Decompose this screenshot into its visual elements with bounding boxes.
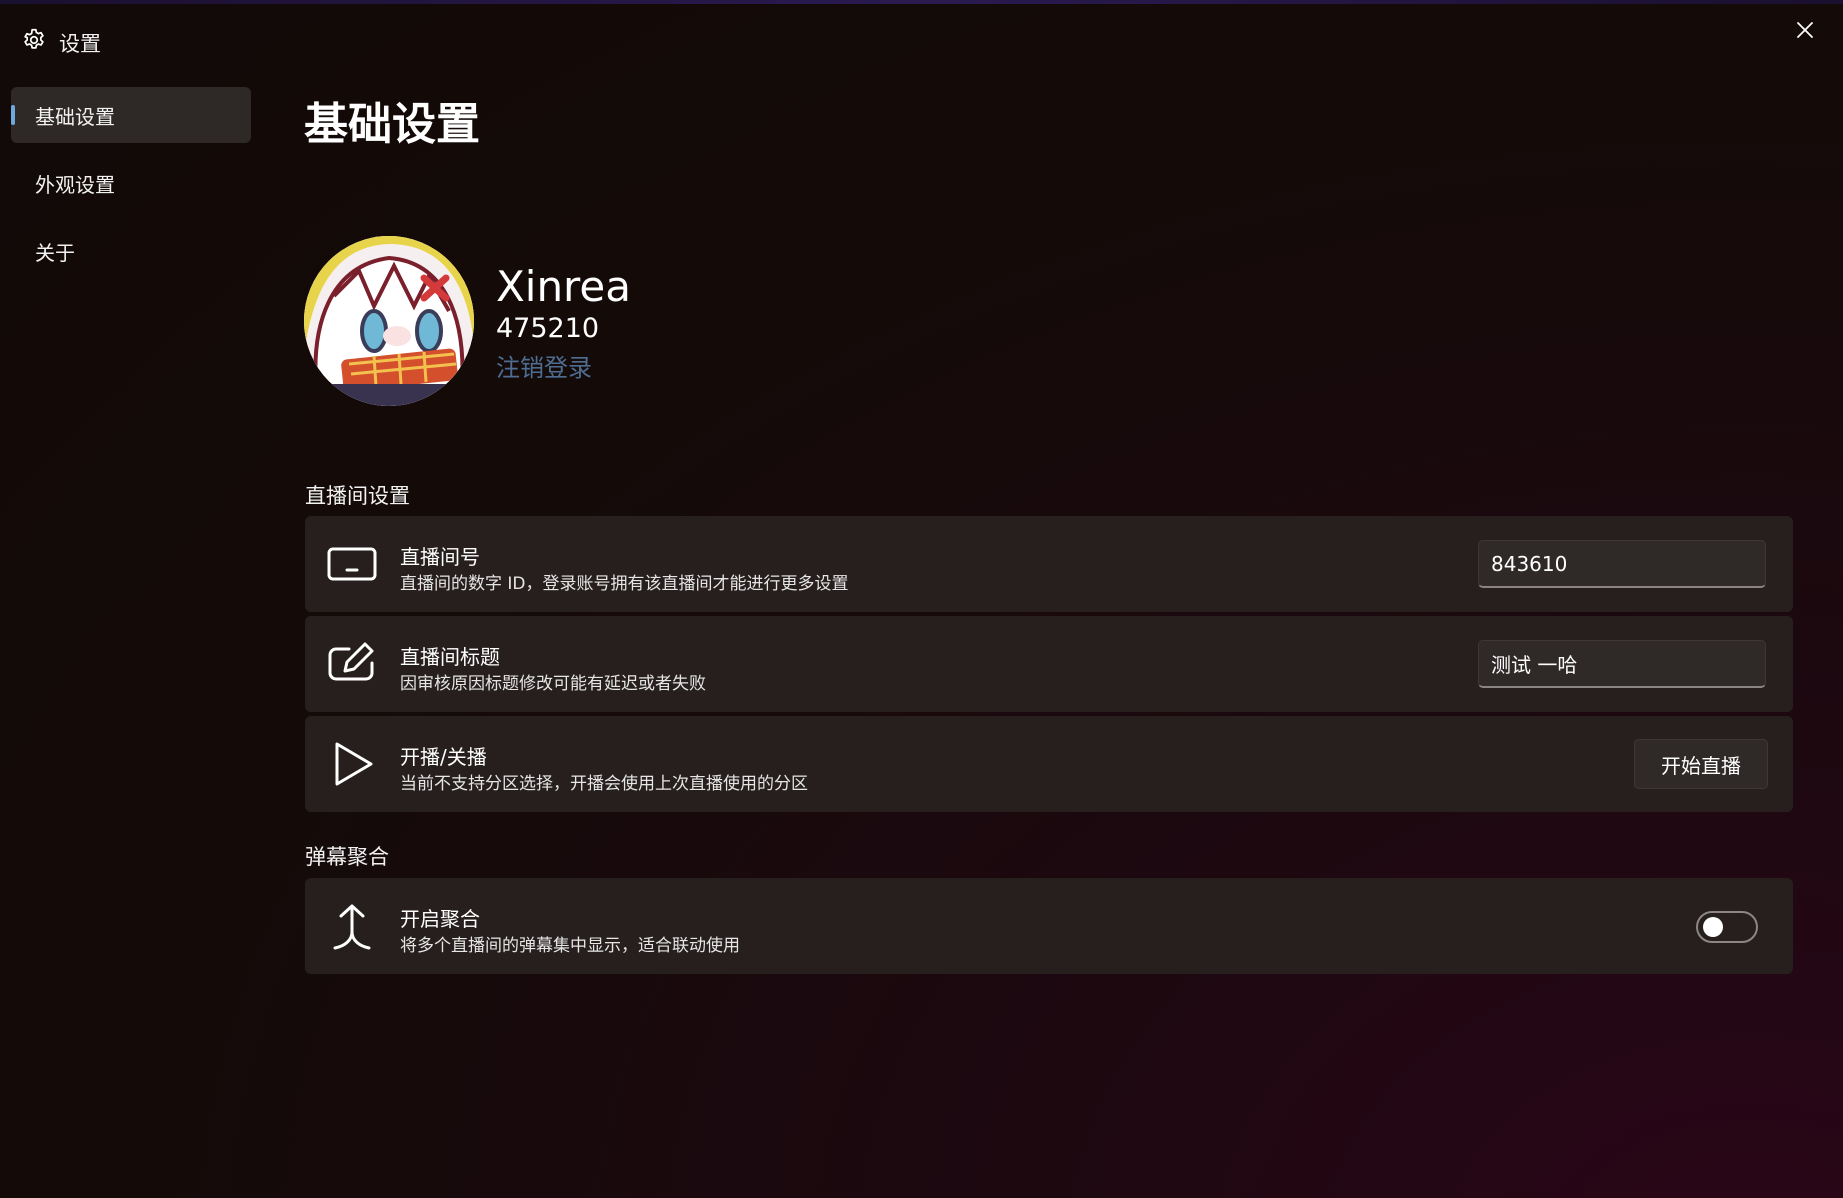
merge-arrow-icon <box>333 904 371 950</box>
window-title: 设置 <box>59 32 101 56</box>
sidebar-item-appearance-settings[interactable]: 外观设置 <box>11 155 251 211</box>
room-id-description: 直播间的数字 ID，登录账号拥有该直播间才能进行更多设置 <box>400 574 849 594</box>
room-id-label: 直播间号 <box>400 545 480 569</box>
keyboard-icon <box>327 547 377 581</box>
page-title: 基础设置 <box>304 99 480 150</box>
close-button[interactable] <box>1780 10 1830 50</box>
live-toggle-card: 开播/关播 当前不支持分区选择，开播会使用上次直播使用的分区 开始直播 <box>305 716 1793 812</box>
title-bar: 设置 <box>0 0 1843 70</box>
sidebar-nav: 基础设置 外观设置 关于 <box>11 87 251 291</box>
merge-description: 将多个直播间的弹幕集中显示，适合联动使用 <box>400 936 740 956</box>
live-toggle-description: 当前不支持分区选择，开播会使用上次直播使用的分区 <box>400 774 808 794</box>
sidebar-item-label: 外观设置 <box>35 172 115 197</box>
live-toggle-label: 开播/关播 <box>400 745 487 769</box>
edit-icon <box>328 642 374 681</box>
danmaku-merge-card: 开启聚合 将多个直播间的弹幕集中显示，适合联动使用 <box>305 878 1793 974</box>
avatar-image <box>304 236 474 406</box>
sidebar-item-label: 关于 <box>35 240 75 265</box>
merge-label: 开启聚合 <box>400 907 480 931</box>
room-title-input[interactable] <box>1478 640 1766 688</box>
start-live-button[interactable]: 开始直播 <box>1634 739 1768 789</box>
close-icon <box>1797 22 1813 38</box>
sidebar-item-basic-settings[interactable]: 基础设置 <box>11 87 251 143</box>
merge-toggle-switch[interactable] <box>1696 911 1758 943</box>
room-title-card: 直播间标题 因审核原因标题修改可能有延迟或者失败 <box>305 616 1793 712</box>
logout-link[interactable]: 注销登录 <box>496 348 592 383</box>
user-name: Xinrea <box>496 262 631 311</box>
gear-icon <box>24 28 44 49</box>
room-title-description: 因审核原因标题修改可能有延迟或者失败 <box>400 674 706 694</box>
play-icon <box>335 742 373 786</box>
sidebar-item-about[interactable]: 关于 <box>11 223 251 279</box>
room-id-input[interactable] <box>1478 540 1766 588</box>
room-title-label: 直播间标题 <box>400 645 500 669</box>
avatar <box>304 236 474 406</box>
section-title-danmaku: 弹幕聚合 <box>305 845 389 869</box>
toggle-knob <box>1703 917 1723 937</box>
sidebar-item-label: 基础设置 <box>35 104 115 129</box>
section-title-live-room: 直播间设置 <box>305 484 410 508</box>
user-id: 475210 <box>496 313 600 344</box>
room-id-card: 直播间号 直播间的数字 ID，登录账号拥有该直播间才能进行更多设置 <box>305 516 1793 612</box>
